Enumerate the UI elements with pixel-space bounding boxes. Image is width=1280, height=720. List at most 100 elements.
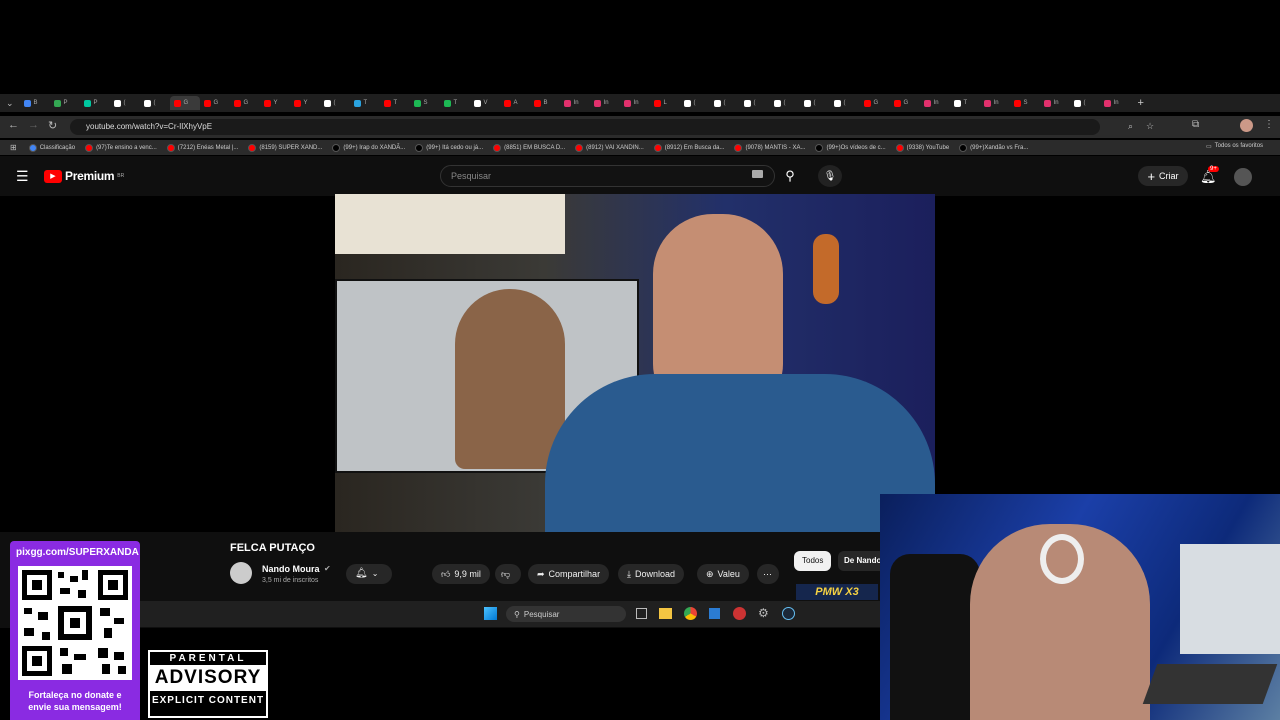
browser-tab[interactable]: G — [200, 96, 230, 110]
bookmark-item[interactable]: (8912) VAI XANDIN... — [575, 143, 644, 152]
channel-avatar[interactable] — [230, 562, 252, 584]
reload-icon[interactable]: ↻ — [48, 119, 57, 132]
browser-tab[interactable]: T — [440, 96, 470, 110]
browser-tab[interactable]: L — [650, 96, 680, 110]
forward-icon[interactable]: → — [28, 119, 39, 131]
bookmark-favicon-icon — [493, 143, 502, 152]
browser-tab[interactable]: ( — [140, 96, 170, 110]
chip-all[interactable]: Todos — [794, 551, 832, 571]
browser-tab[interactable]: S — [410, 96, 440, 110]
bookmark-item[interactable]: (9338) YouTube — [895, 143, 949, 152]
browser-tab[interactable]: G — [890, 96, 920, 110]
bookmark-item[interactable]: (9078) MANTIS - XA... — [734, 143, 805, 152]
browser-tab[interactable]: S — [1010, 96, 1040, 110]
browser-tab[interactable]: G — [169, 96, 200, 110]
like-count: 9,9 mil — [454, 569, 481, 579]
bookmark-label: (99+) Irap do XANDÃ... — [343, 144, 406, 151]
browser-tab[interactable]: In — [1100, 96, 1130, 110]
app-icon[interactable] — [733, 607, 746, 620]
more-actions-button[interactable]: ⋯ — [757, 564, 779, 584]
thanks-button[interactable]: ⊕ Valeu — [697, 564, 749, 584]
all-favorites[interactable]: ▭ Todos os favoritos — [1206, 143, 1263, 150]
search-button[interactable]: ⚲ — [776, 165, 804, 187]
video-player[interactable] — [335, 194, 935, 532]
browser-tab[interactable]: T — [950, 96, 980, 110]
browser-tab[interactable]: A — [500, 96, 530, 110]
like-button[interactable]: 👍︎ 9,9 mil — [432, 564, 490, 584]
browser-tab[interactable]: ( — [680, 96, 710, 110]
browser-tab[interactable]: ( — [830, 96, 860, 110]
browser-tab[interactable]: ( — [800, 96, 830, 110]
chrome-icon[interactable] — [684, 607, 697, 620]
notifications-button[interactable]: 🔔︎ 9+ — [1200, 166, 1219, 186]
share-button[interactable]: ➦ Compartilhar — [528, 564, 610, 584]
bookmark-item[interactable]: (99+)Os vídeos de c... — [815, 143, 886, 152]
browser-tab[interactable]: In — [1040, 96, 1070, 110]
profile-icon[interactable] — [1240, 119, 1253, 132]
tab-label: ( — [153, 100, 156, 106]
extensions-icon[interactable]: ⧉ — [1192, 119, 1199, 130]
browser-tab[interactable]: In — [620, 96, 650, 110]
bookmark-item[interactable]: (8912) Em Busca da... — [653, 143, 724, 152]
bookmark-item[interactable]: (97)Te ensino a venc... — [85, 143, 157, 152]
avatar[interactable] — [1234, 168, 1252, 186]
new-tab-icon[interactable]: + — [1138, 97, 1144, 109]
tab-label: In — [573, 100, 579, 106]
browser-tab[interactable]: V — [470, 96, 500, 110]
settings-gear-icon[interactable]: ⚙ — [758, 606, 769, 620]
browser-tab[interactable]: G — [860, 96, 890, 110]
back-icon[interactable]: ← — [8, 119, 19, 131]
bookmark-item[interactable]: (7212) Enéas Metal |... — [166, 143, 238, 152]
search-input[interactable]: Pesquisar — [440, 165, 775, 187]
bookmark-item[interactable]: (8851) EM BUSCA D... — [493, 143, 565, 152]
store-icon[interactable] — [709, 608, 720, 619]
chip-from-channel[interactable]: De Nando — [838, 551, 880, 571]
address-field[interactable]: youtube.com/watch?v=Cr-IlXhyVpE — [70, 119, 1100, 135]
browser-tab[interactable]: ( — [110, 96, 140, 110]
bookmark-item[interactable]: (99+) Irap do XANDÃ... — [332, 143, 406, 152]
bookmark-item[interactable]: Classificação — [28, 143, 75, 152]
task-view-icon[interactable] — [636, 608, 647, 619]
menu-dots-icon[interactable]: ⋮ — [1264, 119, 1274, 130]
taskbar-search[interactable]: ⚲ Pesquisar — [506, 606, 626, 622]
youtube-logo[interactable]: ▶ Premium BR — [44, 169, 124, 183]
browser-tab[interactable]: ( — [740, 96, 770, 110]
browser-tab[interactable]: B — [530, 96, 560, 110]
steam-icon[interactable] — [782, 607, 795, 620]
tab-label: ( — [123, 100, 126, 106]
browser-tab[interactable]: P — [80, 96, 110, 110]
keyboard-icon[interactable] — [752, 170, 763, 178]
channel-name[interactable]: Nando Moura — [262, 564, 320, 574]
mic-button[interactable]: 🎙︎ — [818, 165, 842, 187]
windows-start-icon[interactable] — [484, 607, 497, 620]
file-explorer-icon[interactable] — [659, 608, 672, 619]
bookmark-item[interactable]: (99+) Itá cedo ou já... — [415, 143, 483, 152]
browser-tab[interactable]: In — [560, 96, 590, 110]
bookmark-item[interactable]: (99+)Xandão vs Fra... — [959, 143, 1028, 152]
thumbs-down-icon: 👎︎ — [501, 569, 511, 579]
browser-tab[interactable]: In — [920, 96, 950, 110]
browser-tab[interactable]: ( — [710, 96, 740, 110]
download-button[interactable]: ⤓ Download — [618, 564, 685, 584]
browser-tab[interactable]: ( — [1070, 96, 1100, 110]
tab-search-icon[interactable]: ⌄ — [6, 98, 14, 109]
browser-tab[interactable]: T — [350, 96, 380, 110]
browser-tab[interactable]: In — [590, 96, 620, 110]
bookmark-item[interactable]: (8159) SUPER XAND... — [248, 143, 322, 152]
browser-tab[interactable]: P — [50, 96, 80, 110]
browser-tab[interactable]: ( — [320, 96, 350, 110]
browser-tab[interactable]: B — [20, 96, 50, 110]
zoom-icon[interactable]: ⌕ — [1128, 121, 1133, 132]
browser-tab[interactable]: Y — [260, 96, 290, 110]
browser-tab[interactable]: In — [980, 96, 1010, 110]
browser-tab[interactable]: Y — [290, 96, 320, 110]
star-icon[interactable]: ☆ — [1146, 121, 1154, 132]
create-button[interactable]: + Criar — [1138, 166, 1188, 186]
browser-tab[interactable]: T — [380, 96, 410, 110]
subscribed-button[interactable]: 🔔︎ ⌄ — [346, 564, 392, 584]
dislike-button[interactable]: 👎︎ — [495, 564, 521, 584]
apps-icon[interactable]: ⊞ — [10, 143, 17, 152]
browser-tab[interactable]: G — [230, 96, 260, 110]
browser-tab[interactable]: ( — [770, 96, 800, 110]
hamburger-icon[interactable]: ☰ — [16, 168, 29, 185]
